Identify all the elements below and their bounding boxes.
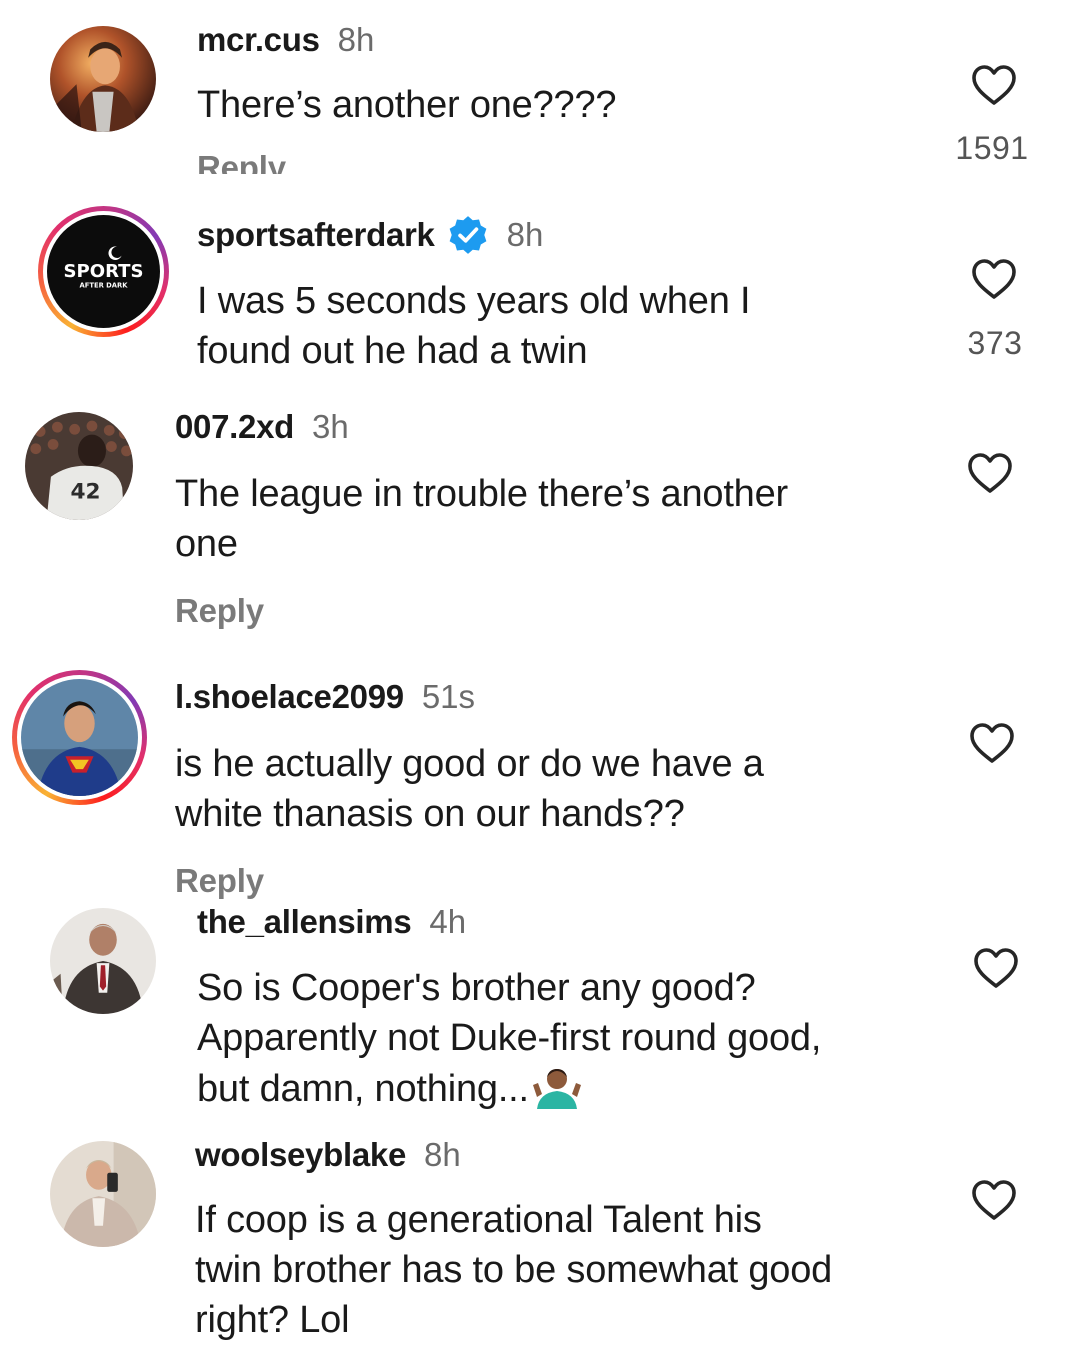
story-ring[interactable] — [12, 670, 147, 805]
timestamp: 8h — [337, 21, 375, 58]
comment-text-line: one — [175, 523, 238, 565]
username[interactable]: l.shoelace2099 — [175, 677, 404, 717]
superman-photo-icon — [21, 679, 138, 796]
comment-text-line: I was 5 seconds years old when I — [197, 280, 751, 322]
timestamp: 8h — [424, 1136, 461, 1173]
logo-subtext: AFTER DARK — [80, 281, 129, 289]
reply-button[interactable]: Reply — [197, 148, 286, 174]
heart-outline-icon[interactable] — [968, 721, 1016, 765]
comment-text-line: is he actually good or do we have a — [175, 743, 764, 785]
man-in-suit-photo-icon — [50, 908, 156, 1014]
comment-text-line: right? Lol — [195, 1299, 350, 1341]
person-shrugging-emoji-icon — [532, 1069, 581, 1109]
comment-text-line: Apparently not Duke-first round good, — [197, 1017, 822, 1059]
reply-button[interactable]: Reply — [175, 861, 264, 901]
timestamp: 3h — [312, 408, 349, 445]
jersey-42-photo-icon: 42 — [25, 412, 133, 520]
comment-text-line: twin brother has to be somewhat good — [195, 1249, 833, 1291]
username[interactable]: the_allensims — [197, 902, 412, 942]
sports-after-dark-logo-icon: SPORTS AFTER DARK — [47, 215, 160, 328]
timestamp: 4h — [429, 903, 467, 940]
like-count: 1591 — [955, 130, 1029, 166]
comment-text-line: The league in trouble there’s another — [175, 473, 788, 515]
heart-outline-icon[interactable] — [970, 257, 1018, 301]
jersey-number: 42 — [70, 479, 100, 504]
username[interactable]: 007.2xd — [175, 407, 294, 447]
like-count: 373 — [967, 325, 1023, 361]
heart-outline-icon[interactable] — [970, 63, 1018, 107]
comment-text-line: If coop is a generational Talent his — [195, 1199, 762, 1241]
avatar[interactable] — [50, 908, 156, 1014]
comment-text: There’s another one???? — [197, 84, 617, 126]
avatar: SPORTS AFTER DARK — [47, 215, 160, 328]
mirror-selfie-photo-icon — [50, 1141, 156, 1247]
avatar[interactable]: 42 — [25, 412, 133, 520]
username[interactable]: sportsafterdark — [197, 215, 435, 255]
reply-button[interactable]: Reply — [175, 591, 264, 631]
logo-text: SPORTS — [63, 261, 143, 282]
username[interactable]: woolseyblake — [195, 1135, 406, 1175]
username[interactable]: mcr.cus — [197, 20, 320, 60]
avatar[interactable] — [50, 1141, 156, 1247]
heart-outline-icon[interactable] — [966, 451, 1014, 495]
comment-text-line: So is Cooper's brother any good? — [197, 967, 756, 1009]
heart-outline-icon[interactable] — [970, 1178, 1018, 1222]
story-ring[interactable]: SPORTS AFTER DARK — [38, 206, 169, 337]
comment-text-line: white thanasis on our hands?? — [175, 793, 685, 835]
verified-badge-icon — [449, 216, 486, 254]
avatar — [21, 679, 138, 796]
heart-outline-icon[interactable] — [972, 946, 1020, 990]
timestamp: 51s — [421, 678, 476, 715]
comment-text-line: but damn, nothing... — [197, 1068, 529, 1110]
profile-photo-icon — [50, 26, 156, 132]
comment-text-line: found out he had a twin — [197, 330, 588, 372]
avatar[interactable] — [50, 26, 156, 132]
timestamp: 8h — [506, 216, 544, 253]
